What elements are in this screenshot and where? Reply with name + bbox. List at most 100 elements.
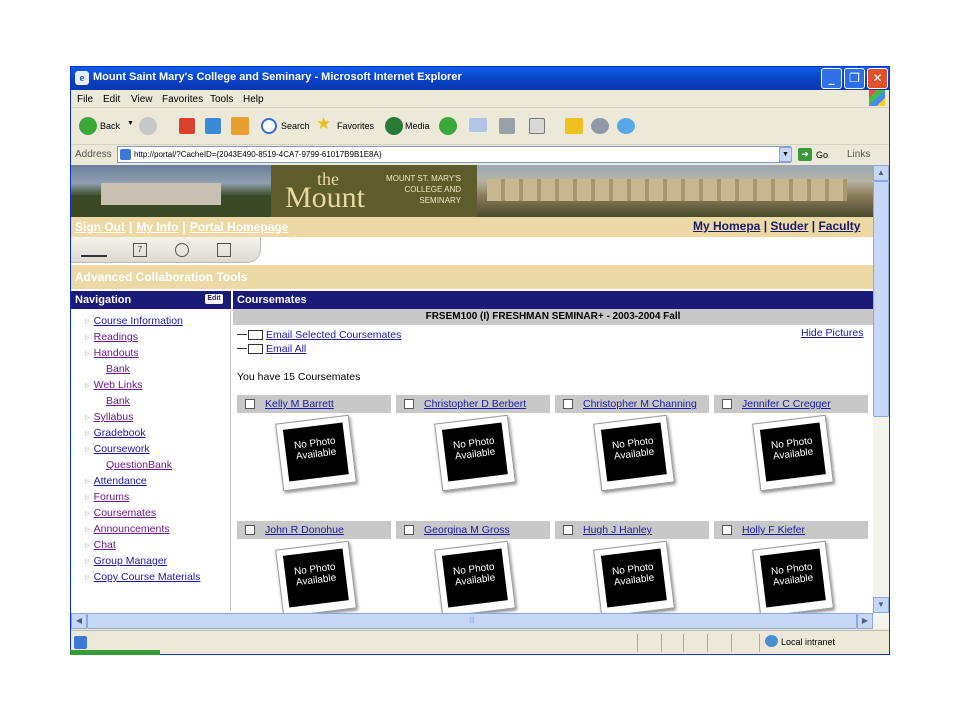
menu-tools[interactable]: Tools <box>210 94 233 105</box>
vertical-scrollbar[interactable]: ▲ ▼ <box>873 165 889 613</box>
nav-arrow-icon: ▷ <box>85 319 90 325</box>
select-checkbox[interactable] <box>245 525 255 535</box>
refresh-icon[interactable] <box>205 118 221 134</box>
minimize-button[interactable]: _ <box>821 68 842 89</box>
forward-arrow-icon[interactable] <box>139 117 157 135</box>
my-homepage-link[interactable]: My Homepa <box>693 219 760 233</box>
nav-item[interactable]: ▷ Chat <box>85 539 116 551</box>
history-icon[interactable] <box>439 117 457 135</box>
nav-item[interactable]: ▷ Announcements <box>85 523 170 535</box>
coursemate-card: Georgina M Gross No Photo Available <box>396 521 550 613</box>
coursemate-name-link[interactable]: Georgina M Gross <box>424 524 510 536</box>
nav-item[interactable]: ▷ Copy Course Materials <box>85 571 200 583</box>
go-button[interactable]: Go <box>816 150 828 160</box>
nav-item[interactable]: ▷ Handouts <box>85 347 139 359</box>
nav-item[interactable]: ▷ Attendance <box>85 475 147 487</box>
horizontal-scroll-thumb[interactable]: ||| <box>87 613 857 629</box>
links-button[interactable]: Links <box>847 149 870 160</box>
email-all-row[interactable]: Email All <box>237 343 306 355</box>
nav-item[interactable]: ▷ Course Information <box>85 315 183 327</box>
print-icon[interactable] <box>499 118 515 134</box>
scroll-down-icon[interactable]: ▼ <box>873 597 889 613</box>
edit-button[interactable]: Edit <box>205 294 223 304</box>
messenger-icon[interactable] <box>617 118 635 134</box>
media-icon[interactable] <box>385 117 403 135</box>
go-arrow-icon[interactable]: ➔ <box>798 148 812 161</box>
back-button-label[interactable]: Back <box>100 121 120 131</box>
select-checkbox[interactable] <box>404 525 414 535</box>
select-checkbox[interactable] <box>722 399 732 409</box>
edit-page-icon[interactable] <box>529 118 545 134</box>
select-checkbox[interactable] <box>563 399 573 409</box>
my-info-link[interactable]: My Info <box>136 220 178 234</box>
menu-view[interactable]: View <box>131 94 153 105</box>
email-selected-link[interactable]: Email Selected Coursemates <box>266 329 401 341</box>
address-dropdown-icon[interactable]: ▼ <box>779 147 792 162</box>
faculty-link[interactable]: Faculty <box>818 219 860 233</box>
coursemate-card: Hugh J Hanley No Photo Available <box>555 521 709 613</box>
nav-item[interactable]: ▷ Coursemates <box>85 507 156 519</box>
back-arrow-icon[interactable] <box>79 117 97 135</box>
coursemate-name-link[interactable]: Hugh J Hanley <box>583 524 652 536</box>
horizontal-scrollbar[interactable]: ◀ ||| ▶ <box>71 613 889 629</box>
nav-item[interactable]: ▷ Syllabus <box>85 411 133 423</box>
nav-item[interactable]: QuestionBank <box>106 459 172 471</box>
pen-icon[interactable] <box>175 243 189 257</box>
scroll-up-icon[interactable]: ▲ <box>873 165 889 181</box>
home-icon[interactable] <box>231 117 249 135</box>
scroll-left-icon[interactable]: ◀ <box>71 613 87 629</box>
mail-icon[interactable] <box>469 118 487 132</box>
calendar-icon[interactable]: 7 <box>133 243 147 257</box>
coursemate-name-link[interactable]: Jennifer C Cregger <box>742 398 831 410</box>
favorites-star-icon[interactable]: ★ <box>316 114 331 134</box>
menu-favorites[interactable]: Favorites <box>162 94 203 105</box>
coursemate-name-link[interactable]: Christopher M Channing <box>583 398 697 410</box>
stop-icon[interactable] <box>179 118 195 134</box>
coursemate-name-link[interactable]: Holly F Kiefer <box>742 524 805 536</box>
nav-item[interactable]: ▷ Group Manager <box>85 555 167 567</box>
back-dropdown-icon[interactable]: ▼ <box>127 120 134 127</box>
favorites-button-label[interactable]: Favorites <box>337 121 374 131</box>
title-bar[interactable]: e Mount Saint Mary's College and Seminar… <box>71 67 889 90</box>
search-icon[interactable] <box>261 118 277 134</box>
coursemate-name-link[interactable]: Kelly M Barrett <box>265 398 334 410</box>
nav-item[interactable]: ▷ Coursework <box>85 443 150 455</box>
menu-file[interactable]: File <box>77 94 93 105</box>
hide-pictures-link[interactable]: Hide Pictures <box>801 327 863 339</box>
select-checkbox[interactable] <box>563 525 573 535</box>
folder-icon[interactable] <box>565 118 583 134</box>
nav-item[interactable]: Bank <box>106 363 130 375</box>
coursemate-name-link[interactable]: Christopher D Berbert <box>424 398 526 410</box>
coursemate-name-link[interactable]: John R Donohue <box>265 524 344 536</box>
email-all-link[interactable]: Email All <box>266 343 306 355</box>
email-selected-row[interactable]: Email Selected Coursemates <box>237 329 401 341</box>
search-button-label[interactable]: Search <box>281 121 310 131</box>
people-icon[interactable] <box>217 243 231 257</box>
media-button-label[interactable]: Media <box>405 121 430 131</box>
nav-item[interactable]: ▷ Forums <box>85 491 129 503</box>
status-bar: Local intranet <box>71 630 889 654</box>
close-button[interactable]: ✕ <box>867 68 888 89</box>
nav-item-label: Forums <box>93 491 130 503</box>
nav-arrow-icon: ▷ <box>85 559 90 565</box>
sign-out-link[interactable]: Sign Out <box>75 220 125 234</box>
menu-help[interactable]: Help <box>243 94 264 105</box>
maximize-button[interactable]: ❐ <box>844 68 865 89</box>
nav-item[interactable]: ▷ Readings <box>85 331 138 343</box>
address-input[interactable]: http://portal/?CacheID={2043E490-8519-4C… <box>117 146 791 163</box>
nav-item[interactable]: Bank <box>106 395 130 407</box>
scroll-right-icon[interactable]: ▶ <box>857 613 873 629</box>
address-url: http://portal/?CacheID={2043E490-8519-4C… <box>134 150 382 159</box>
nav-item[interactable]: ▷ Web Links <box>85 379 142 391</box>
nav-item[interactable]: ▷ Gradebook <box>85 427 146 439</box>
mail-tool-icon[interactable] <box>81 243 107 257</box>
portal-homepage-link[interactable]: Portal Homepage <box>190 220 289 234</box>
students-link[interactable]: Studer <box>770 219 808 233</box>
discuss-icon[interactable] <box>591 118 609 134</box>
select-checkbox[interactable] <box>245 399 255 409</box>
nav-arrow-icon: ▷ <box>85 511 90 517</box>
menu-edit[interactable]: Edit <box>103 94 120 105</box>
select-checkbox[interactable] <box>404 399 414 409</box>
select-checkbox[interactable] <box>722 525 732 535</box>
vertical-scroll-thumb[interactable] <box>873 181 889 417</box>
